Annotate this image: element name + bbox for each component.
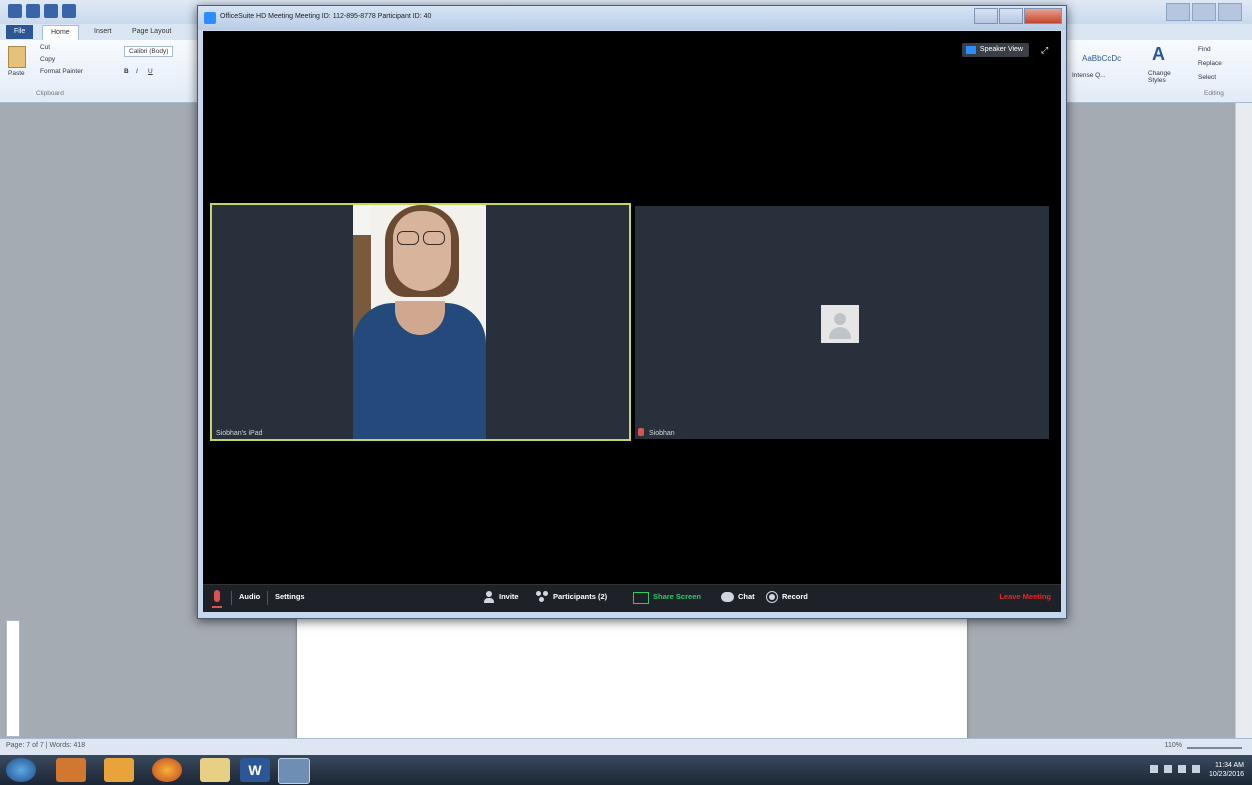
- participant-name: Siobhan's iPad: [216, 430, 263, 437]
- zoom-level[interactable]: 110%: [1165, 742, 1182, 749]
- tab-insert[interactable]: Insert: [86, 25, 120, 39]
- editing-group-label: Editing: [1204, 90, 1224, 97]
- avatar: [821, 305, 859, 343]
- speaker-view-icon: [965, 46, 976, 54]
- chat-icon[interactable]: [721, 592, 734, 602]
- meeting-title: OfficeSuite HD Meeting Meeting ID: 112-8…: [220, 13, 432, 20]
- close-button[interactable]: [1218, 3, 1242, 21]
- replace-button[interactable]: Replace: [1198, 60, 1222, 67]
- select-button[interactable]: Select: [1198, 74, 1216, 81]
- meeting-app-icon: [204, 12, 216, 24]
- settings-button[interactable]: Settings: [275, 592, 305, 601]
- start-button[interactable]: [6, 758, 36, 782]
- clipboard-group-label: Clipboard: [36, 90, 64, 97]
- zoom-slider[interactable]: [1187, 747, 1242, 749]
- meeting-toolbar: Audio Settings Invite Participants (2) S…: [203, 584, 1061, 612]
- record-button[interactable]: Record: [782, 592, 808, 601]
- find-button[interactable]: Find: [1198, 46, 1211, 53]
- fullscreen-icon[interactable]: ⤢: [1041, 45, 1051, 55]
- quick-access-toolbar: [8, 4, 76, 18]
- invite-button[interactable]: Invite: [499, 592, 519, 601]
- system-clock[interactable]: 11:34 AM 10/23/2016: [1209, 761, 1244, 779]
- bold-button[interactable]: B: [124, 68, 129, 75]
- redo-icon[interactable]: [62, 4, 76, 18]
- vertical-ruler: [6, 620, 20, 737]
- muted-mic-icon: [638, 428, 644, 436]
- meeting-minimize-button[interactable]: [974, 8, 998, 24]
- record-icon[interactable]: [766, 591, 778, 603]
- change-styles-button[interactable]: Change Styles: [1148, 70, 1178, 84]
- battery-icon[interactable]: [1192, 765, 1200, 773]
- participant-name: Siobhan: [649, 430, 675, 437]
- style-gallery-item[interactable]: AaBbCcDc: [1082, 54, 1121, 63]
- paste-icon[interactable]: [8, 46, 26, 68]
- meeting-close-button[interactable]: [1024, 8, 1062, 24]
- cut-button[interactable]: Cut: [40, 44, 50, 51]
- document-page[interactable]: [297, 618, 967, 743]
- participants-icon[interactable]: [536, 591, 550, 603]
- participants-button[interactable]: Participants (2): [553, 592, 607, 601]
- chat-button[interactable]: Chat: [738, 592, 755, 601]
- paste-button[interactable]: Paste: [8, 70, 25, 77]
- tab-file[interactable]: File: [6, 25, 34, 39]
- taskbar-app-icon[interactable]: [56, 758, 86, 782]
- speaker-view-button[interactable]: Speaker View: [961, 43, 1029, 57]
- volume-icon[interactable]: [1178, 765, 1186, 773]
- undo-icon[interactable]: [44, 4, 58, 18]
- change-styles-icon[interactable]: A: [1152, 44, 1168, 64]
- toolbar-divider: [231, 591, 232, 605]
- word-app-icon: [8, 4, 22, 18]
- audio-button[interactable]: Audio: [239, 592, 260, 601]
- speaker-view-label: Speaker View: [979, 46, 1023, 53]
- video-area: Speaker View ⤢ Siobhan's iPad Siobhan: [203, 31, 1061, 584]
- flag-icon[interactable]: [1150, 765, 1158, 773]
- system-tray-icons: [1150, 765, 1200, 773]
- tab-home[interactable]: Home: [42, 25, 79, 40]
- file-explorer-icon[interactable]: [200, 758, 230, 782]
- share-screen-icon[interactable]: [633, 592, 649, 604]
- share-screen-button[interactable]: Share Screen: [653, 592, 701, 601]
- vertical-scrollbar[interactable]: [1235, 103, 1252, 738]
- tab-page-layout[interactable]: Page Layout: [124, 25, 179, 39]
- mute-mic-icon[interactable]: [212, 590, 222, 608]
- video-tile-active-speaker[interactable]: Siobhan's iPad: [210, 203, 631, 441]
- network-icon[interactable]: [1164, 765, 1172, 773]
- word-window-controls: [1166, 3, 1242, 21]
- meeting-window: OfficeSuite HD Meeting Meeting ID: 112-8…: [197, 5, 1067, 619]
- toolbar-divider: [267, 591, 268, 605]
- video-tile[interactable]: Siobhan: [635, 206, 1049, 439]
- invite-icon[interactable]: [484, 591, 494, 603]
- style-intense-quote[interactable]: Intense Q...: [1072, 72, 1106, 79]
- firefox-icon[interactable]: [152, 758, 182, 782]
- outlook-icon[interactable]: [104, 758, 134, 782]
- italic-button[interactable]: I: [136, 68, 138, 75]
- underline-button[interactable]: U: [148, 68, 153, 75]
- windows-taskbar: W 11:34 AM 10/23/2016: [0, 755, 1252, 785]
- word-status-bar: Page: 7 of 7 | Words: 418 110%: [0, 738, 1252, 756]
- format-painter-button[interactable]: Format Painter: [40, 68, 83, 75]
- copy-button[interactable]: Copy: [40, 56, 55, 63]
- meeting-maximize-button[interactable]: [999, 8, 1023, 24]
- save-icon[interactable]: [26, 4, 40, 18]
- meeting-taskbar-icon[interactable]: [278, 758, 310, 784]
- maximize-button[interactable]: [1192, 3, 1216, 21]
- participant-video: [353, 205, 486, 439]
- meeting-title-bar[interactable]: OfficeSuite HD Meeting Meeting ID: 112-8…: [198, 6, 1066, 30]
- leave-meeting-button[interactable]: Leave Meeting: [999, 592, 1051, 601]
- word-taskbar-icon[interactable]: W: [240, 758, 270, 782]
- minimize-button[interactable]: [1166, 3, 1190, 21]
- meeting-window-controls: [974, 8, 1062, 24]
- font-name-select[interactable]: Calibri (Body): [124, 46, 174, 57]
- page-count: Page: 7 of 7 | Words: 418: [6, 742, 86, 749]
